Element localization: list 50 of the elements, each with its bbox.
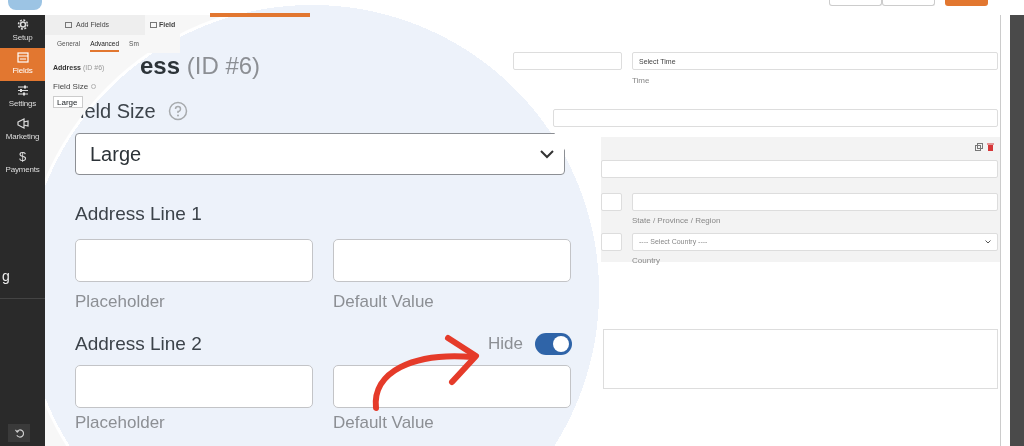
toolbar-button[interactable]	[882, 0, 935, 6]
text-input[interactable]	[553, 109, 998, 127]
field-label: Address Line 1	[75, 203, 202, 225]
text-input[interactable]	[333, 365, 571, 408]
address-input[interactable]	[601, 160, 998, 178]
text-input[interactable]	[75, 239, 313, 282]
save-button[interactable]	[945, 0, 988, 6]
field-title: ess (ID #6)	[140, 53, 261, 79]
field-size-select[interactable]: Large	[53, 95, 83, 108]
field-label: State / Province / Region	[632, 215, 721, 227]
field-label: Default Value	[333, 413, 435, 432]
field-size-select[interactable]: Large	[75, 133, 565, 175]
field-label: Address Line 2	[75, 333, 202, 355]
sidebar-item[interactable]: $ Payments	[0, 147, 45, 180]
help-icon	[91, 84, 97, 89]
toggle-switch[interactable]	[535, 333, 572, 355]
state-input[interactable]	[632, 193, 998, 211]
textarea-field[interactable]	[603, 329, 998, 389]
field-label: Placeholder	[75, 292, 166, 311]
sliders-icon	[16, 85, 29, 96]
fields-icon	[16, 52, 29, 63]
text-input[interactable]	[513, 52, 622, 70]
undo-icon	[14, 428, 24, 438]
sidebar-item[interactable]: Settings	[0, 81, 45, 114]
megaphone-icon	[16, 118, 29, 129]
chevron-icon	[985, 240, 991, 244]
tab-icon	[65, 22, 72, 28]
tab-icon	[150, 22, 157, 28]
toolbar-button[interactable]	[829, 0, 882, 6]
text-input[interactable]	[333, 239, 571, 282]
city-input[interactable]	[601, 193, 622, 211]
gear-icon	[16, 19, 29, 30]
field-label: Default Value	[333, 292, 435, 311]
sidebar-text: g	[2, 268, 11, 284]
logo	[8, 0, 42, 10]
duplicate-icon[interactable]	[975, 143, 983, 151]
field-label: Placeholder	[75, 413, 166, 432]
undo-button[interactable]	[8, 424, 30, 442]
field-label: Field Size	[53, 80, 89, 93]
field-label: Country	[632, 255, 660, 267]
help-icon	[167, 101, 188, 121]
zip-input[interactable]	[601, 233, 622, 251]
sidebar-item[interactable]: Marketing	[0, 114, 45, 147]
scrollbar[interactable]	[1010, 15, 1024, 446]
sidebar-item[interactable]: Setup	[0, 15, 45, 48]
field-label: Time	[632, 75, 650, 87]
trash-icon[interactable]	[987, 143, 994, 151]
chevron-icon	[540, 149, 554, 159]
text-input[interactable]	[75, 365, 313, 408]
toggle-label: Hide	[488, 333, 523, 355]
